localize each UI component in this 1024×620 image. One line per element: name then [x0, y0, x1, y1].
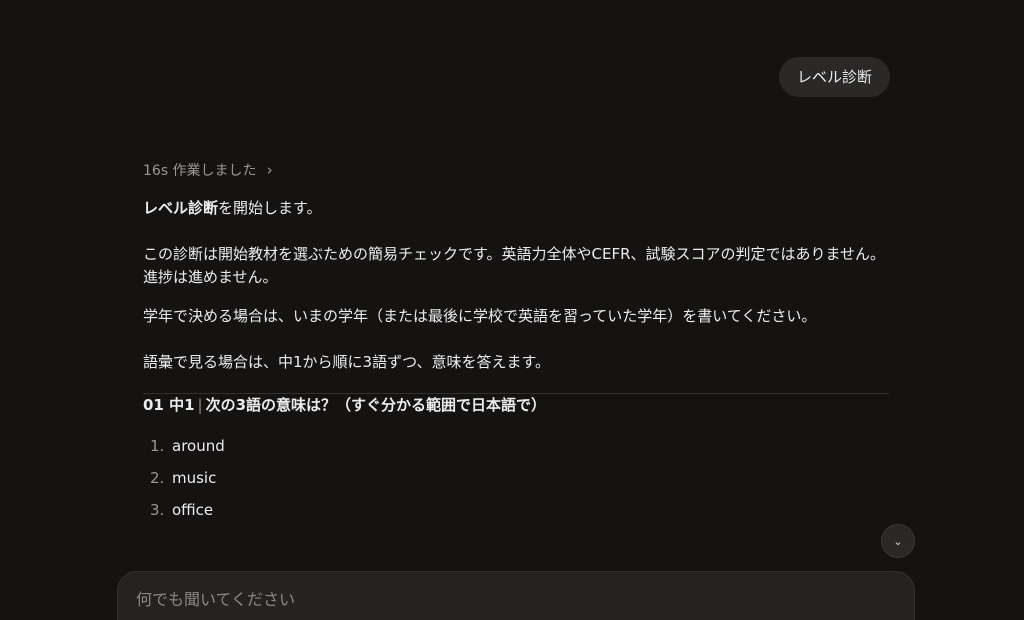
list-item-word: music: [172, 468, 217, 487]
intro-rest: を開始します。: [218, 199, 322, 217]
list-item-word: office: [172, 500, 214, 519]
intro-line: レベル診断を開始します。: [143, 197, 889, 220]
question-code: 01 中1: [143, 396, 195, 414]
chevron-right-icon: ›: [266, 161, 273, 179]
assistant-message: レベル診断を開始します。 この診断は開始教材を選ぶための簡易チェックです。英語力…: [143, 197, 889, 526]
chevron-down-icon: ⌄: [893, 534, 903, 548]
grade-instruction-paragraph: 学年で決める場合は、いまの学年（または最後に学校で英語を習っていた学年）を書いて…: [143, 307, 817, 325]
word-list: 1. around 2. music 3. office: [143, 430, 889, 526]
question-text: 次の3語の意味は？（すぐ分かる範囲で日本語で）: [205, 396, 547, 414]
user-message-text: レベル診断: [796, 68, 872, 86]
disclaimer-paragraph: この診断は開始教材を選ぶための簡易チェックです。英語力全体やCEFR、試験スコア…: [143, 245, 886, 286]
work-status-label: 16s 作業しました: [143, 163, 257, 179]
list-item-number: 1.: [150, 436, 165, 455]
list-item: 3. office: [143, 494, 889, 526]
intro-bold: レベル診断: [143, 199, 219, 217]
list-item-word: around: [172, 436, 225, 455]
question-heading: 01 中1 | 次の3語の意味は？（すぐ分かる範囲で日本語で）: [143, 394, 889, 417]
work-status-toggle[interactable]: 16s 作業しました ›: [143, 160, 273, 180]
message-input[interactable]: [136, 590, 876, 609]
message-composer: [117, 571, 915, 620]
question-separator: |: [197, 396, 203, 414]
user-message-bubble: レベル診断: [778, 57, 890, 97]
list-item-number: 3.: [150, 500, 165, 519]
list-item-number: 2.: [150, 468, 165, 487]
chat-page: レベル診断 16s 作業しました › レベル診断を開始します。 この診断は開始教…: [0, 0, 1024, 620]
vocab-instruction-paragraph: 語彙で見る場合は、中1から順に3語ずつ、意味を答えます。: [143, 353, 550, 371]
list-item: 1. around: [143, 430, 889, 462]
scroll-to-bottom-button[interactable]: ⌄: [881, 524, 915, 558]
list-item: 2. music: [143, 462, 889, 494]
